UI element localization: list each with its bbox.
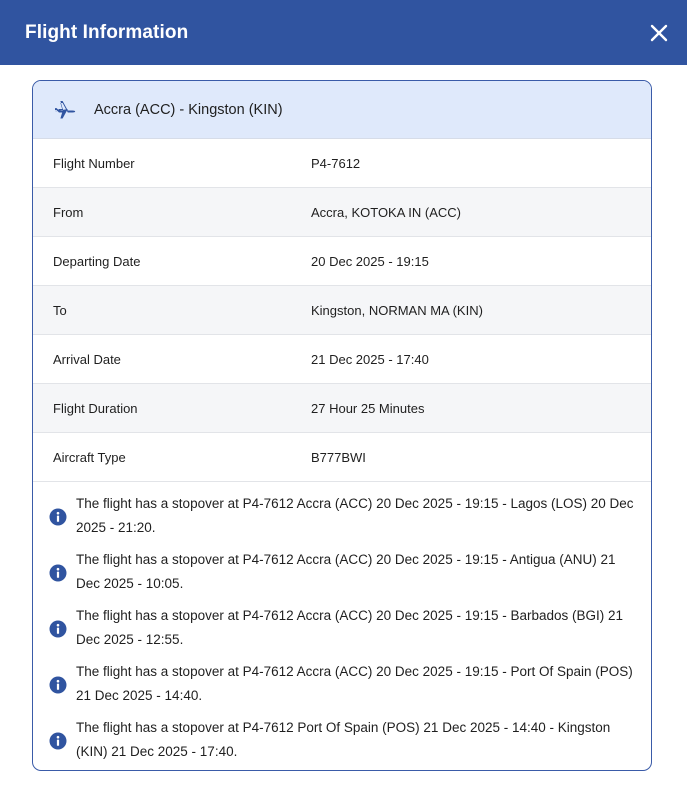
detail-label: Departing Date xyxy=(53,253,141,269)
detail-label: Arrival Date xyxy=(53,351,121,367)
stopover-item: The flight has a stopover at P4-7612 Acc… xyxy=(33,604,651,652)
info-icon xyxy=(49,508,67,526)
modal-title: Flight Information xyxy=(25,21,189,43)
detail-label: Flight Duration xyxy=(53,400,138,416)
close-button[interactable] xyxy=(645,19,673,47)
stopover-text: The flight has a stopover at P4-7612 Acc… xyxy=(76,608,624,647)
route-header: Accra (ACC) - Kingston (KIN) xyxy=(33,81,651,139)
stopover-text: The flight has a stopover at P4-7612 Acc… xyxy=(76,496,634,535)
detail-value: Kingston, NORMAN MA (KIN) xyxy=(311,302,483,318)
stopover-text: The flight has a stopover at P4-7612 Acc… xyxy=(76,552,616,591)
stopover-text: The flight has a stopover at P4-7612 Por… xyxy=(76,720,611,759)
detail-label: To xyxy=(53,302,67,318)
info-icon xyxy=(49,564,67,582)
detail-value: 20 Dec 2025 - 19:15 xyxy=(311,253,429,269)
route-title: Accra (ACC) - Kingston (KIN) xyxy=(94,101,283,118)
stopover-item: The flight has a stopover at P4-7612 Por… xyxy=(33,716,651,764)
detail-row-from: From Accra, KOTOKA IN (ACC) xyxy=(33,188,651,237)
modal-header: Flight Information xyxy=(0,0,687,65)
detail-row-departing-date: Departing Date 20 Dec 2025 - 19:15 xyxy=(33,237,651,286)
detail-row-flight-duration: Flight Duration 27 Hour 25 Minutes xyxy=(33,384,651,433)
detail-value: P4-7612 xyxy=(311,155,361,171)
detail-row-flight-number: Flight Number P4-7612 xyxy=(33,139,651,188)
detail-row-aircraft-type: Aircraft Type B777BWI xyxy=(33,433,651,482)
flight-card: Accra (ACC) - Kingston (KIN) Flight Numb… xyxy=(32,80,652,771)
stopover-item: The flight has a stopover at P4-7612 Acc… xyxy=(33,660,651,708)
detail-value: 21 Dec 2025 - 17:40 xyxy=(311,351,429,367)
detail-value: 27 Hour 25 Minutes xyxy=(311,400,425,416)
stopover-item: The flight has a stopover at P4-7612 Acc… xyxy=(33,492,651,540)
detail-row-arrival-date: Arrival Date 21 Dec 2025 - 17:40 xyxy=(33,335,651,384)
detail-value: B777BWI xyxy=(311,449,366,465)
stopover-item: The flight has a stopover at P4-7612 Acc… xyxy=(33,548,651,596)
detail-label: Aircraft Type xyxy=(53,449,126,465)
detail-row-to: To Kingston, NORMAN MA (KIN) xyxy=(33,286,651,335)
detail-label: Flight Number xyxy=(53,155,135,171)
info-icon xyxy=(49,676,67,694)
info-icon xyxy=(49,620,67,638)
airplane-icon xyxy=(53,98,77,122)
detail-label: From xyxy=(53,204,84,220)
stopover-text: The flight has a stopover at P4-7612 Acc… xyxy=(76,664,633,703)
detail-value: Accra, KOTOKA IN (ACC) xyxy=(311,204,462,220)
info-icon xyxy=(49,732,67,750)
stopover-list: The flight has a stopover at P4-7612 Acc… xyxy=(33,482,651,764)
flight-details: Flight Number P4-7612 From Accra, KOTOKA IN… xyxy=(33,139,651,482)
close-icon xyxy=(650,24,668,41)
